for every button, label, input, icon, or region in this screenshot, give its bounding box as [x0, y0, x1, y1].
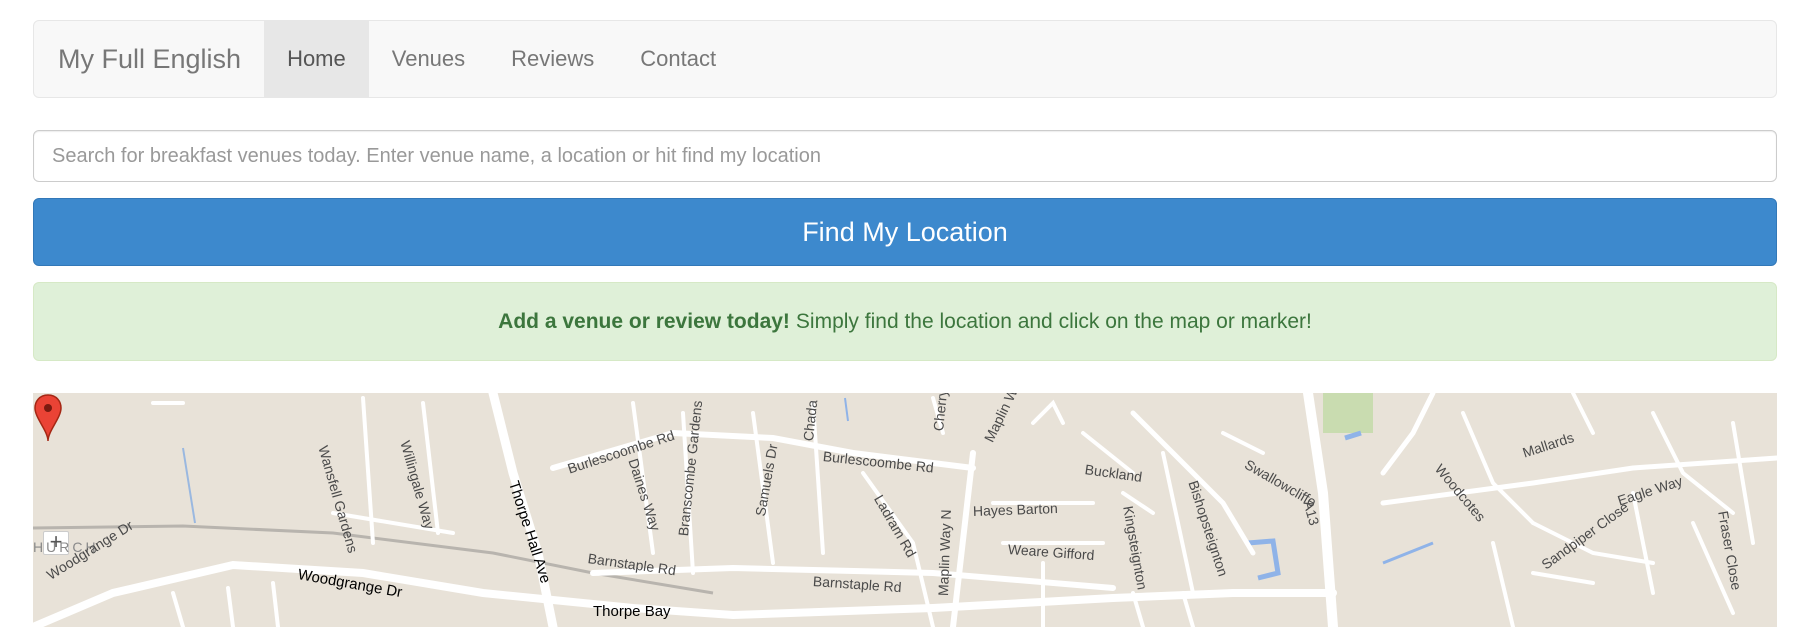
map-roads — [33, 393, 1777, 627]
brand-logo-text[interactable]: My Full English — [34, 21, 264, 97]
search-input[interactable] — [33, 130, 1777, 182]
map[interactable]: + HURCH Wansfell Gardens Willingale Way … — [33, 393, 1777, 627]
map-label: Hayes Barton — [972, 500, 1059, 519]
navbar: My Full English Home Venues Reviews Cont… — [33, 20, 1777, 98]
nav-item-contact[interactable]: Contact — [617, 21, 739, 97]
nav-item-home[interactable]: Home — [264, 21, 369, 97]
find-my-location-button[interactable]: Find My Location — [33, 198, 1777, 266]
map-marker-icon[interactable] — [33, 393, 63, 443]
nav-item-venues[interactable]: Venues — [369, 21, 488, 97]
alert-text: Simply find the location and click on th… — [795, 309, 1312, 333]
map-label: Maplin Way N — [935, 509, 955, 597]
info-alert: Add a venue or review today! Simply find… — [33, 282, 1777, 361]
nav-item-reviews[interactable]: Reviews — [488, 21, 617, 97]
alert-bold-text: Add a venue or review today! — [498, 309, 790, 333]
map-label: Thorpe Bay — [593, 603, 671, 620]
